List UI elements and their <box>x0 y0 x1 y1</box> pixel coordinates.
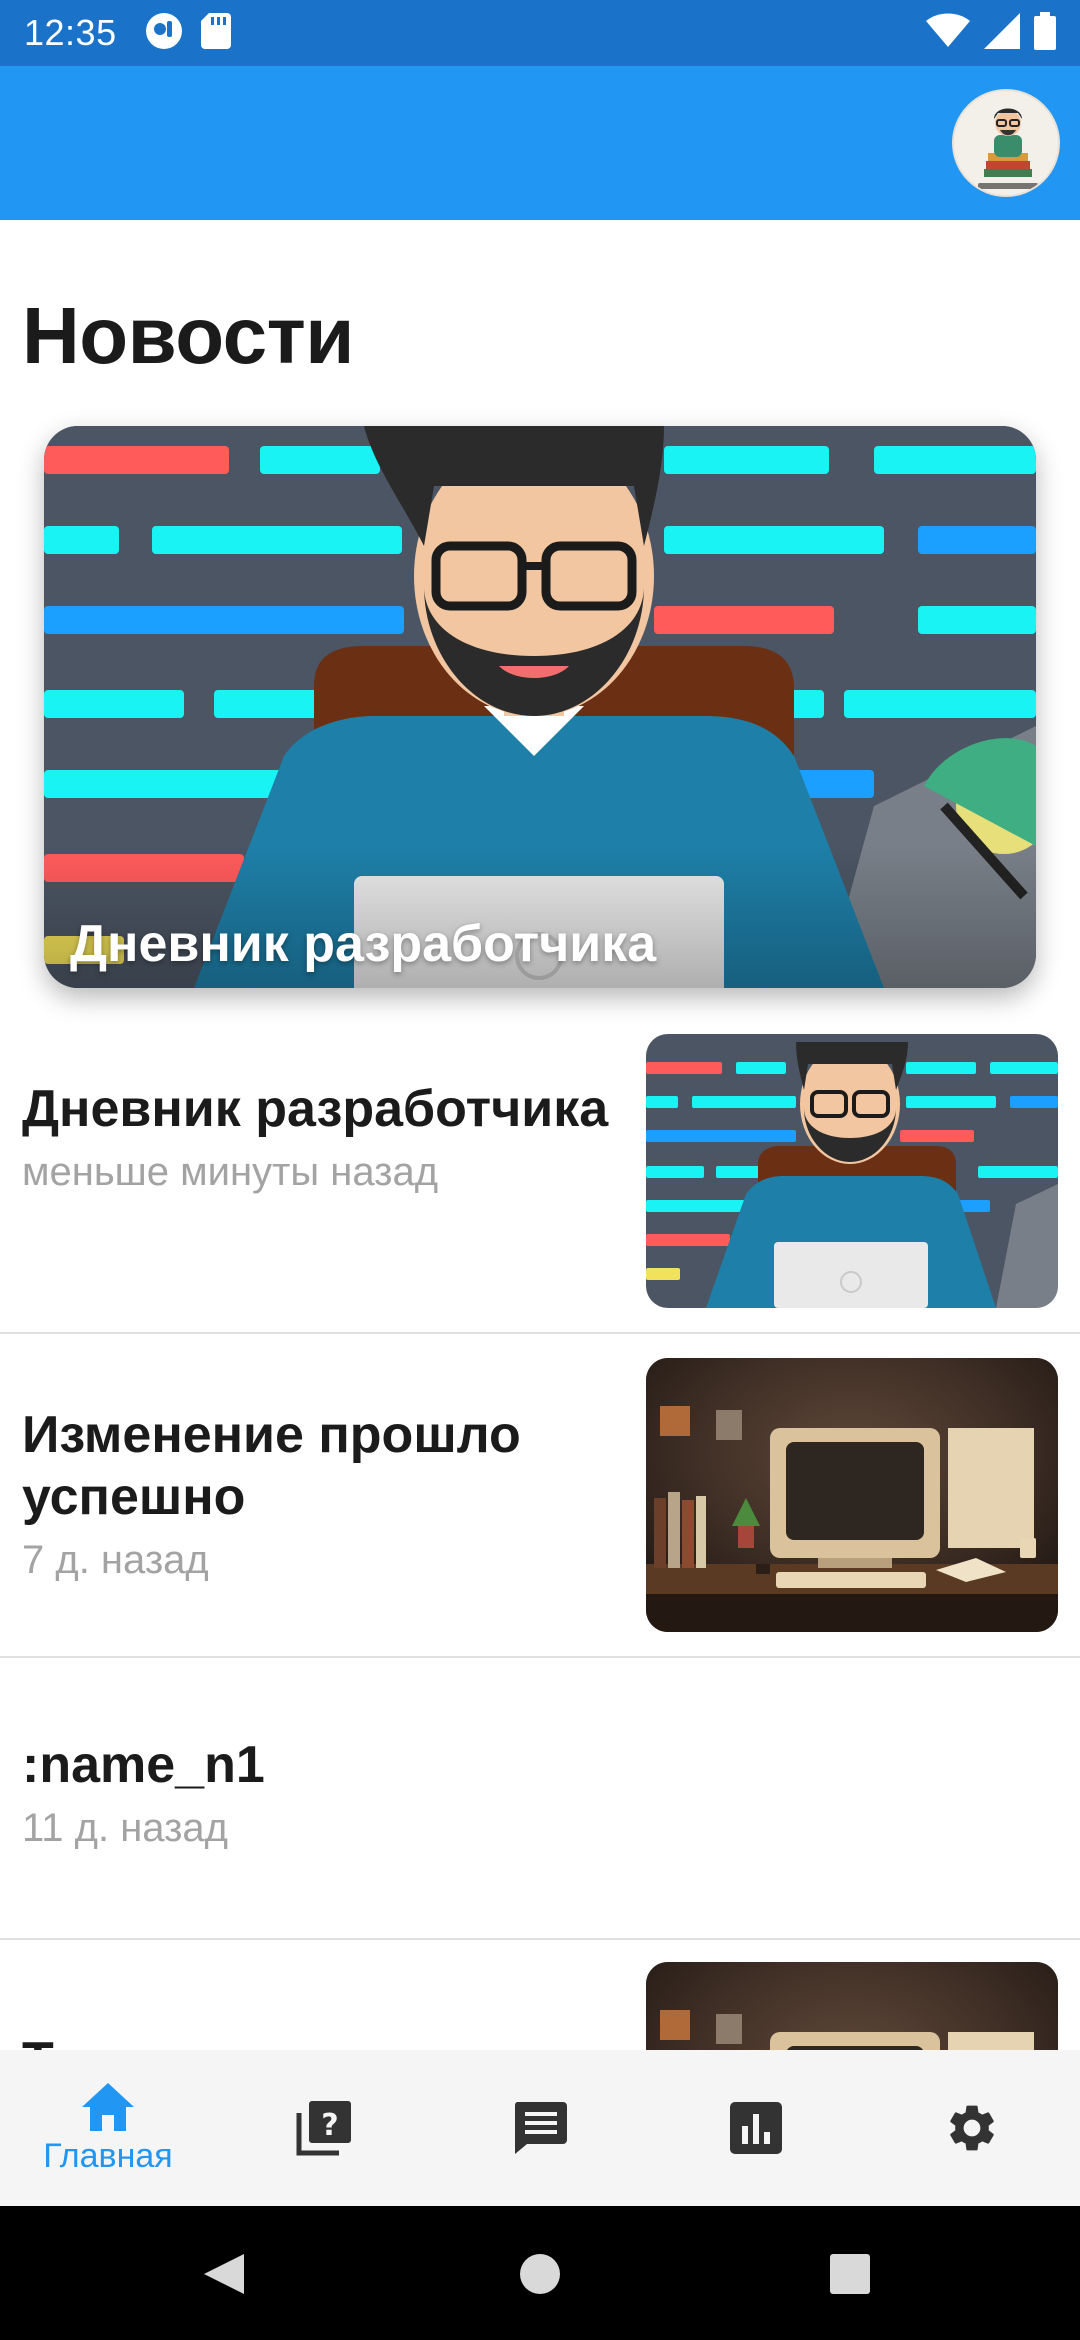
gear-icon <box>950 2105 994 2151</box>
page-title: Новости <box>22 291 354 380</box>
news-item-text: Изменение прошло успешно 7 д. назад <box>22 1404 622 1583</box>
retro-computer-illustration <box>646 1358 1058 1632</box>
back-icon[interactable] <box>204 2254 244 2294</box>
news-list-item[interactable]: Т <box>0 1940 1080 2050</box>
nav-home[interactable]: Главная <box>0 2050 216 2206</box>
quiz-icon: ? <box>296 2101 351 2156</box>
news-item-text: Т <box>22 2030 622 2050</box>
news-item-title: Т <box>22 2030 622 2050</box>
svg-text:?: ? <box>321 2108 338 2143</box>
wifi-icon <box>926 13 970 54</box>
students-life-avatar-icon <box>954 91 1058 195</box>
nav-chat[interactable] <box>432 2050 648 2206</box>
stats-icon <box>730 2102 782 2154</box>
developer-illustration <box>44 426 1036 988</box>
news-item-text: Дневник разработчика меньше минуты назад <box>22 1078 622 1195</box>
home-icon <box>82 2082 134 2131</box>
status-notification-icons <box>145 12 231 55</box>
news-list-item[interactable]: Дневник разработчика меньше минуты назад <box>0 1010 1080 1334</box>
system-navigation-bar <box>0 2206 1080 2340</box>
system-nav-buttons <box>204 2254 870 2294</box>
home-circle-icon[interactable] <box>520 2254 560 2294</box>
news-item-title: Дневник разработчика <box>22 1080 609 1138</box>
signal-icon <box>984 12 1020 54</box>
status-bar: 12:35 <box>0 0 1080 66</box>
featured-news-card[interactable]: Дневник разработчика <box>44 426 1036 988</box>
news-item-time: меньше минуты назад <box>22 1150 439 1194</box>
nav-home-label: Главная <box>43 2136 173 2175</box>
nav-stats[interactable] <box>648 2050 864 2206</box>
featured-news-title: Дневник разработчика <box>70 915 657 973</box>
camera-notification-icon <box>145 12 183 55</box>
news-item-thumbnail <box>646 1358 1058 1632</box>
nav-quiz[interactable]: ? <box>216 2050 432 2206</box>
battery-icon <box>1034 11 1056 55</box>
bottom-navigation: Главная ? <box>0 2050 1080 2206</box>
news-screen: 12:35 Новости Дневник разработчика Дневн… <box>0 0 1080 2340</box>
nav-settings[interactable] <box>864 2050 1080 2206</box>
news-item-time: 11 д. назад <box>22 1806 229 1850</box>
developer-thumbnail-illustration <box>646 1034 1058 1308</box>
news-list-item[interactable]: :name_n1 11 д. назад <box>0 1658 1080 1940</box>
news-item-thumbnail <box>646 1962 1058 2050</box>
sd-card-icon <box>200 12 231 54</box>
status-system-icons <box>926 11 1056 55</box>
news-item-time: 7 д. назад <box>22 1538 209 1582</box>
recents-icon[interactable] <box>830 2254 870 2294</box>
news-list-item[interactable]: Изменение прошло успешно 7 д. назад <box>0 1334 1080 1658</box>
news-item-thumbnail <box>646 1034 1058 1308</box>
chat-icon <box>514 2102 567 2154</box>
news-item-title: :name_n1 <box>22 1736 265 1794</box>
news-item-title: Изменение прошло успешно <box>22 1406 521 1526</box>
status-time: 12:35 <box>24 12 117 53</box>
retro-computer-illustration <box>646 1962 1058 2050</box>
news-item-text: :name_n1 11 д. назад <box>22 1734 622 1851</box>
avatar[interactable] <box>952 89 1060 197</box>
app-bar <box>0 66 1080 220</box>
